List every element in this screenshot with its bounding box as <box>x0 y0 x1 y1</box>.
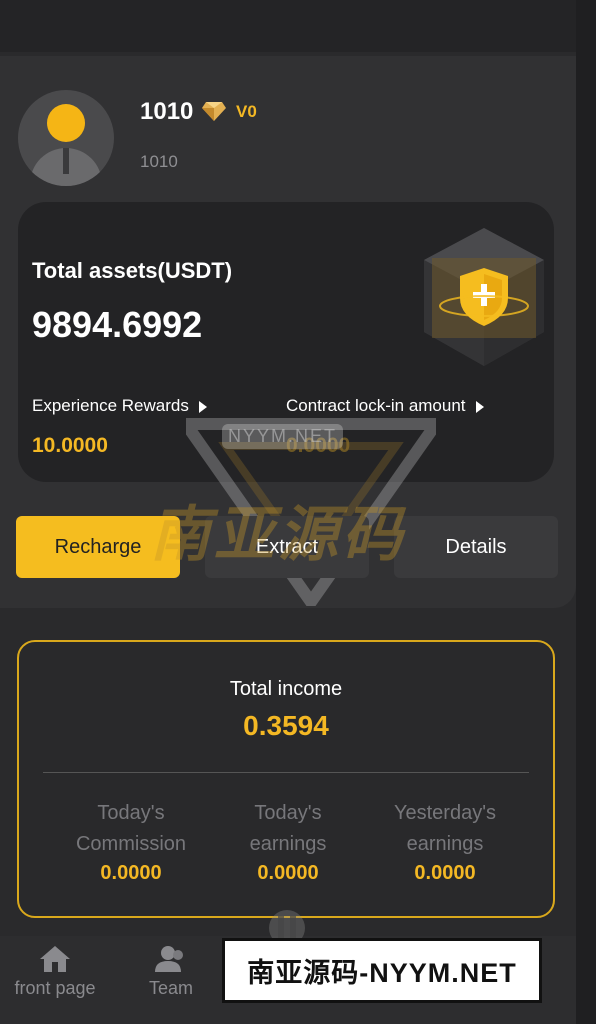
stat-value: 0.0000 <box>257 862 319 884</box>
experience-rewards-value: 10.0000 <box>32 434 108 457</box>
caret-right-icon <box>475 400 484 413</box>
nav-label-home: front page <box>14 978 96 998</box>
diamond-icon <box>202 102 226 121</box>
stat-label: earnings <box>406 833 484 855</box>
contract-lock-label: Contract lock-in amount <box>286 396 466 415</box>
avatar-head <box>47 104 85 142</box>
avatar-tie <box>63 148 69 174</box>
assets-title: Total assets(USDT) <box>32 258 233 283</box>
stat-value: 0.0000 <box>100 862 162 884</box>
income-title: Total income <box>229 678 343 700</box>
contract-lock-link[interactable]: Contract lock-in amount <box>286 396 484 416</box>
stat-label: Today's <box>97 802 165 824</box>
stat-label: earnings <box>249 833 327 855</box>
watermark-logo-icon <box>269 910 305 946</box>
details-button[interactable]: Details <box>394 516 558 578</box>
bottom-nav: front page Team <box>0 936 576 1024</box>
nav-label-team: Team <box>148 978 193 998</box>
stat-value: 0.0000 <box>414 862 476 884</box>
username: 1010 <box>140 98 194 125</box>
caret-right-icon <box>198 400 207 413</box>
shield-cube-icon <box>424 228 544 366</box>
team-icon <box>155 946 183 972</box>
assets-value: 9894.6992 <box>32 304 203 345</box>
home-icon <box>40 946 70 972</box>
divider <box>43 772 529 773</box>
vip-level: V0 <box>236 102 257 121</box>
experience-rewards-label: Experience Rewards <box>32 396 189 415</box>
extract-button[interactable]: Extract <box>205 516 369 578</box>
recharge-button[interactable]: Recharge <box>16 516 180 578</box>
user-id: 1010 <box>140 152 178 171</box>
income-card: Total income 0.3594 Today's Commission 0… <box>17 640 555 918</box>
status-bar <box>0 0 576 52</box>
stat-todays-earnings: Today's earnings 0.0000 <box>203 798 373 885</box>
stat-label: Yesterday's <box>393 802 497 824</box>
experience-rewards-link[interactable]: Experience Rewards <box>32 396 207 416</box>
nav-item-team[interactable]: Team <box>116 944 226 999</box>
stat-yesterdays-earnings: Yesterday's earnings 0.0000 <box>360 798 530 885</box>
income-value: 0.3594 <box>243 710 329 741</box>
scrollbar-track <box>576 0 596 1024</box>
stat-todays-commission: Today's Commission 0.0000 <box>46 798 216 885</box>
avatar[interactable] <box>18 90 114 186</box>
stat-label: Today's <box>254 802 322 824</box>
watermark-text-small: NYYM.NET <box>222 424 344 449</box>
nav-item-home[interactable]: front page <box>0 944 110 999</box>
stat-label: Commission <box>75 833 187 855</box>
